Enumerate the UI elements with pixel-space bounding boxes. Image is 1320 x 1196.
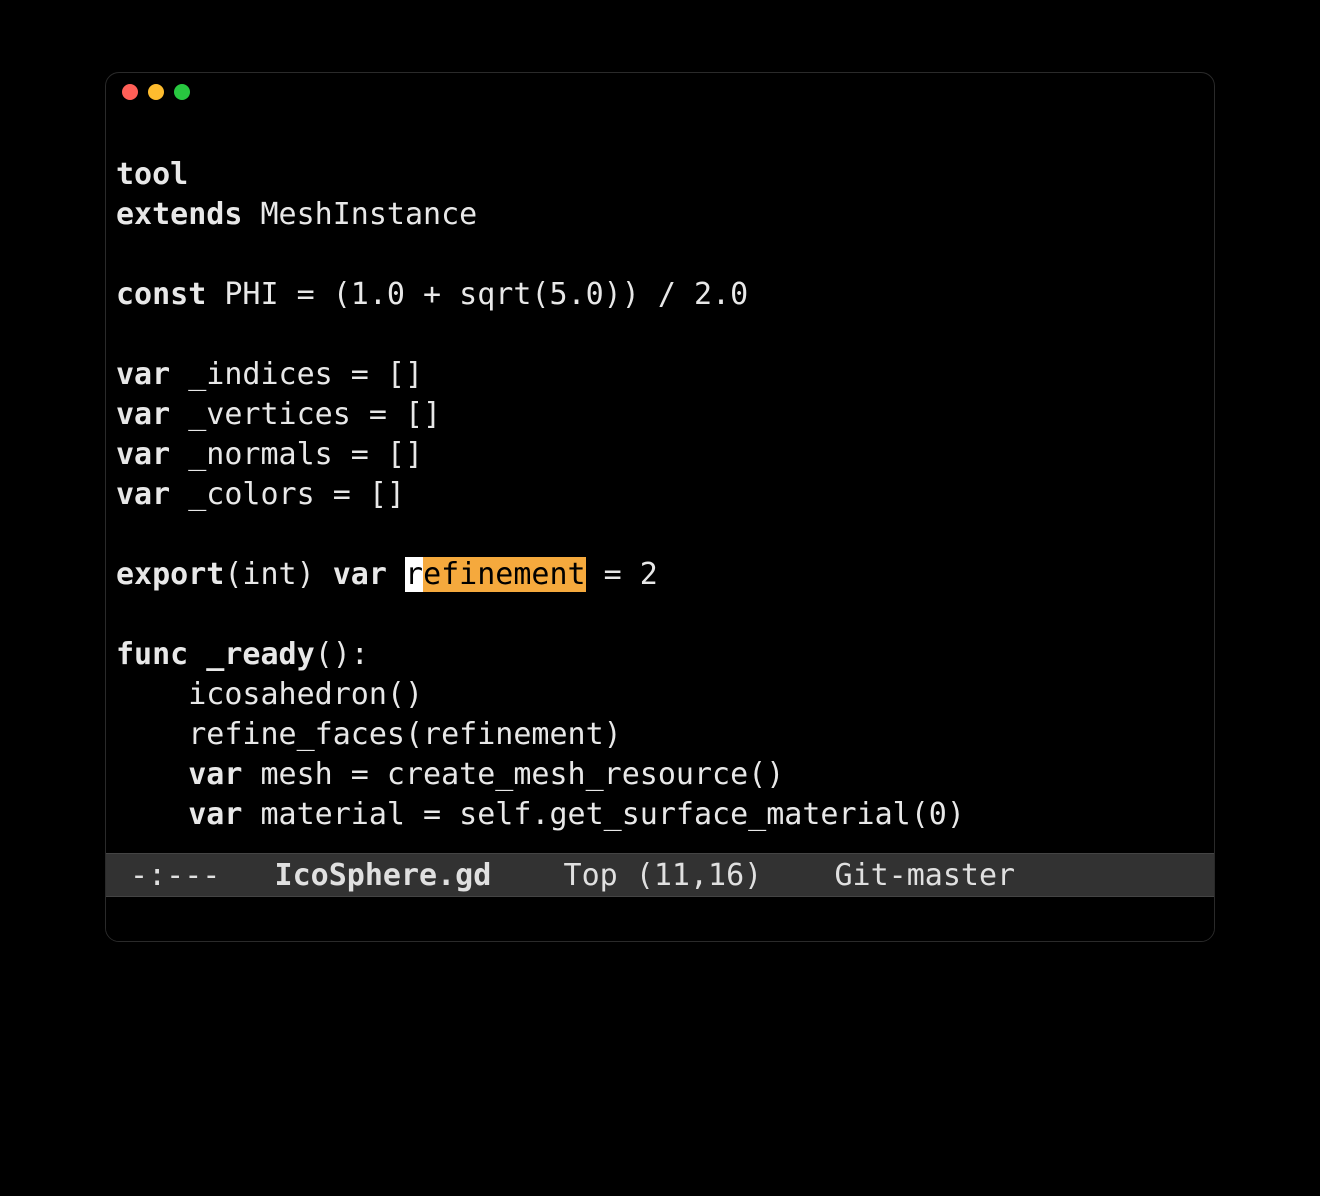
code-text: (int) <box>224 557 332 592</box>
code-text: refine_faces(refinement) <box>116 717 622 752</box>
minimize-icon[interactable] <box>148 84 164 100</box>
keyword-extends: extends <box>116 197 242 232</box>
keyword-const: const <box>116 277 206 312</box>
code-text: _normals = [] <box>170 437 423 472</box>
keyword-var: var <box>116 437 170 472</box>
keyword-var: var <box>333 557 387 592</box>
keyword-var: var <box>188 797 242 832</box>
code-text: _indices = [] <box>170 357 423 392</box>
function-name: _ready <box>188 637 314 672</box>
keyword-var: var <box>188 757 242 792</box>
titlebar <box>106 73 1214 111</box>
highlighted-word: efinement <box>423 557 586 592</box>
code-text <box>116 757 188 792</box>
code-text: mesh = create_mesh_resource() <box>242 757 784 792</box>
cursor: r <box>405 557 423 592</box>
keyword-var: var <box>116 477 170 512</box>
editor-window: tool extends MeshInstance const PHI = (1… <box>105 72 1215 942</box>
modeline-filename: IcoSphere.gd <box>238 858 527 893</box>
keyword-var: var <box>116 357 170 392</box>
code-text: material = self.get_surface_material(0) <box>242 797 964 832</box>
code-text: icosahedron() <box>116 677 423 712</box>
code-text: (): <box>315 637 369 672</box>
code-text <box>116 797 188 832</box>
zoom-icon[interactable] <box>174 84 190 100</box>
minibuffer[interactable] <box>106 897 1214 941</box>
code-text: = 2 <box>586 557 658 592</box>
modeline-status: -:--- <box>112 858 238 893</box>
modeline-position: Top (11,16) <box>527 858 798 893</box>
keyword-tool: tool <box>116 157 188 192</box>
keyword-func: func <box>116 637 188 672</box>
code-text: MeshInstance <box>242 197 477 232</box>
modeline: -:--- IcoSphere.gd Top (11,16) Git-maste… <box>106 853 1214 897</box>
close-icon[interactable] <box>122 84 138 100</box>
keyword-var: var <box>116 397 170 432</box>
modeline-git: Git-master <box>798 858 1033 893</box>
code-text <box>387 557 405 592</box>
code-text: _vertices = [] <box>170 397 441 432</box>
code-text: _colors = [] <box>170 477 405 512</box>
keyword-export: export <box>116 557 224 592</box>
code-text: PHI = (1.0 + sqrt(5.0)) / 2.0 <box>206 277 748 312</box>
code-editor[interactable]: tool extends MeshInstance const PHI = (1… <box>106 111 1214 853</box>
